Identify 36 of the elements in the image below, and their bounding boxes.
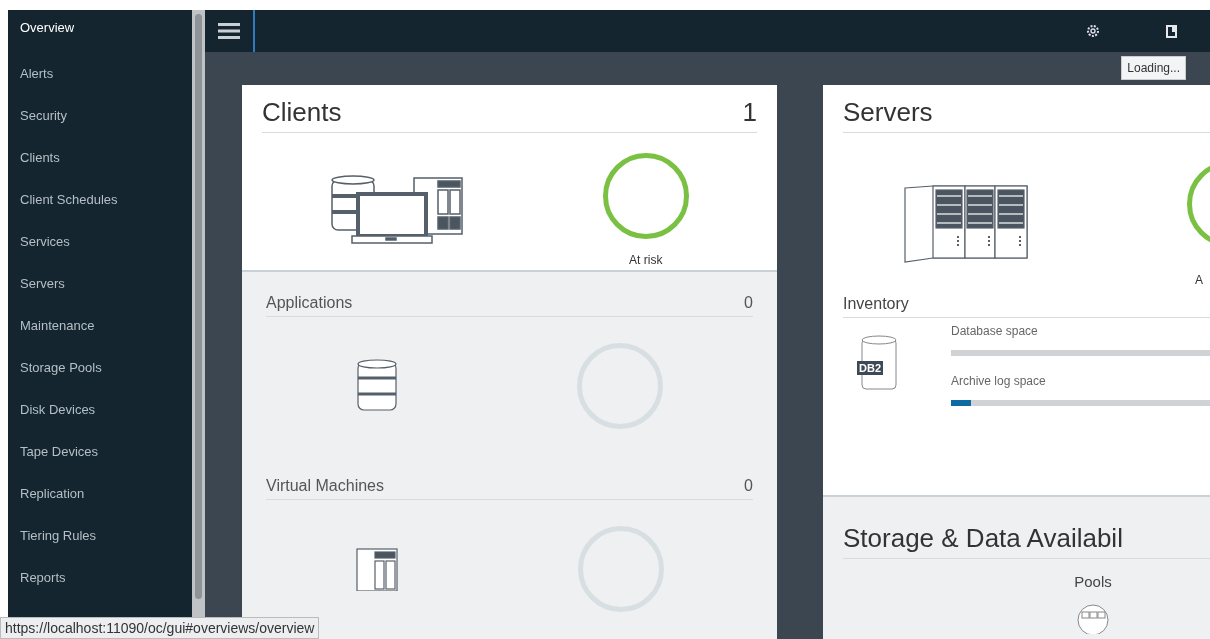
nav-item[interactable]: Services (20, 220, 192, 262)
status-label: At risk (629, 253, 663, 267)
nav-item[interactable]: Disk Devices (20, 388, 192, 430)
book-icon (1165, 24, 1177, 38)
inventory-title: Inventory (843, 295, 1210, 318)
meter-label: Database space (951, 324, 1039, 338)
client-count: 1 (742, 97, 757, 128)
meter-label: Archive log space (951, 374, 1047, 388)
card-title: Storage & Data Availabil (843, 523, 1210, 559)
nav-item[interactable]: Overview (20, 10, 192, 52)
section-title: Virtual Machines (266, 477, 384, 496)
loading-tooltip: Loading... (1121, 56, 1186, 80)
status-label: A (1194, 273, 1203, 287)
database-icon (355, 357, 398, 414)
menu-icon (218, 23, 240, 39)
nav-item[interactable]: Clients (20, 136, 192, 178)
nav-item[interactable]: Storage Pools (20, 346, 192, 388)
db2-label: DB2 (857, 361, 883, 375)
virtual-machine-icon (355, 547, 400, 592)
section-count: 0 (744, 293, 753, 312)
nav-item[interactable]: Maintenance (20, 304, 192, 346)
nav-item[interactable]: Security (20, 94, 192, 136)
settings-icon (1086, 24, 1100, 38)
nav-item[interactable]: Tape Devices (20, 430, 192, 472)
nav-item[interactable]: Replication (20, 472, 192, 514)
card-title: Servers (843, 97, 933, 128)
nav-item[interactable]: Alerts (20, 52, 192, 94)
nav-item[interactable]: Client Schedules (20, 178, 192, 220)
section-title: Applications (266, 293, 353, 312)
section-count: 0 (744, 477, 753, 496)
nav-item[interactable]: Tiering Rules (20, 514, 192, 556)
card-title: Clients (262, 97, 342, 128)
nav-item[interactable]: Servers (20, 262, 192, 304)
url-tooltip: https://localhost:11090/oc/gui#overviews/overview (0, 617, 320, 639)
nav-item[interactable]: Reports (20, 556, 192, 598)
pools-label: Pools (1074, 573, 1112, 590)
